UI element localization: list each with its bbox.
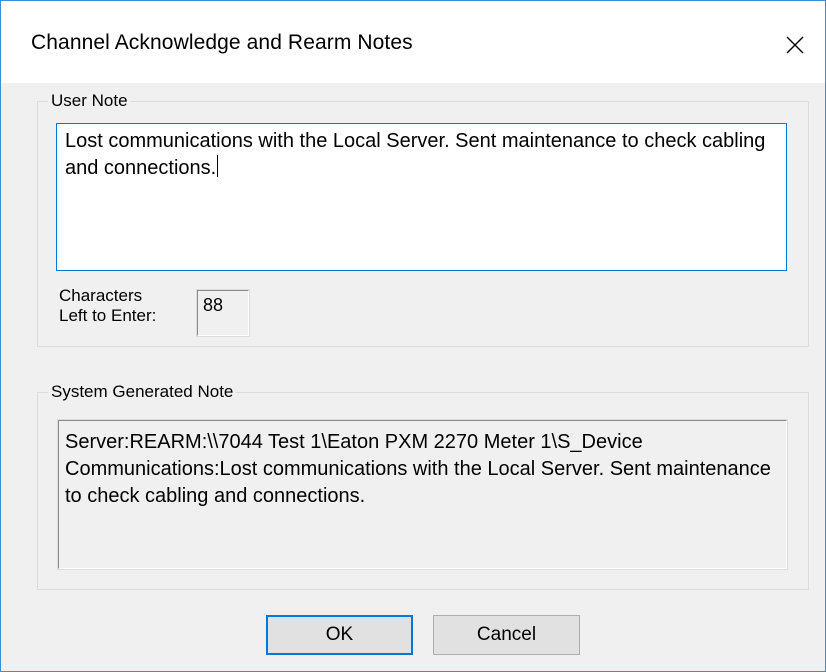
text-caret — [217, 155, 219, 177]
chars-left-label-line2: Left to Enter: — [59, 306, 157, 325]
user-note-text: Lost communications with the Local Serve… — [65, 130, 771, 179]
system-note-text: Server:REARM:\\7044 Test 1\Eaton PXM 227… — [57, 419, 788, 570]
system-note-group-label: System Generated Note — [48, 381, 237, 403]
user-note-textarea[interactable]: Lost communications with the Local Serve… — [56, 123, 787, 271]
user-note-group-label: User Note — [48, 90, 131, 112]
chars-left-label: Characters Left to Enter: — [59, 286, 156, 326]
chars-left-count: 88 — [196, 289, 250, 337]
window-title: Channel Acknowledge and Rearm Notes — [31, 31, 413, 54]
ok-button[interactable]: OK — [266, 615, 413, 655]
title-bar[interactable]: Channel Acknowledge and Rearm Notes — [1, 1, 825, 83]
cancel-button[interactable]: Cancel — [433, 615, 580, 655]
chars-left-label-line1: Characters — [59, 286, 143, 305]
close-button[interactable] — [765, 19, 825, 71]
dialog-window: Channel Acknowledge and Rearm Notes User… — [0, 0, 826, 672]
close-icon — [786, 36, 804, 54]
